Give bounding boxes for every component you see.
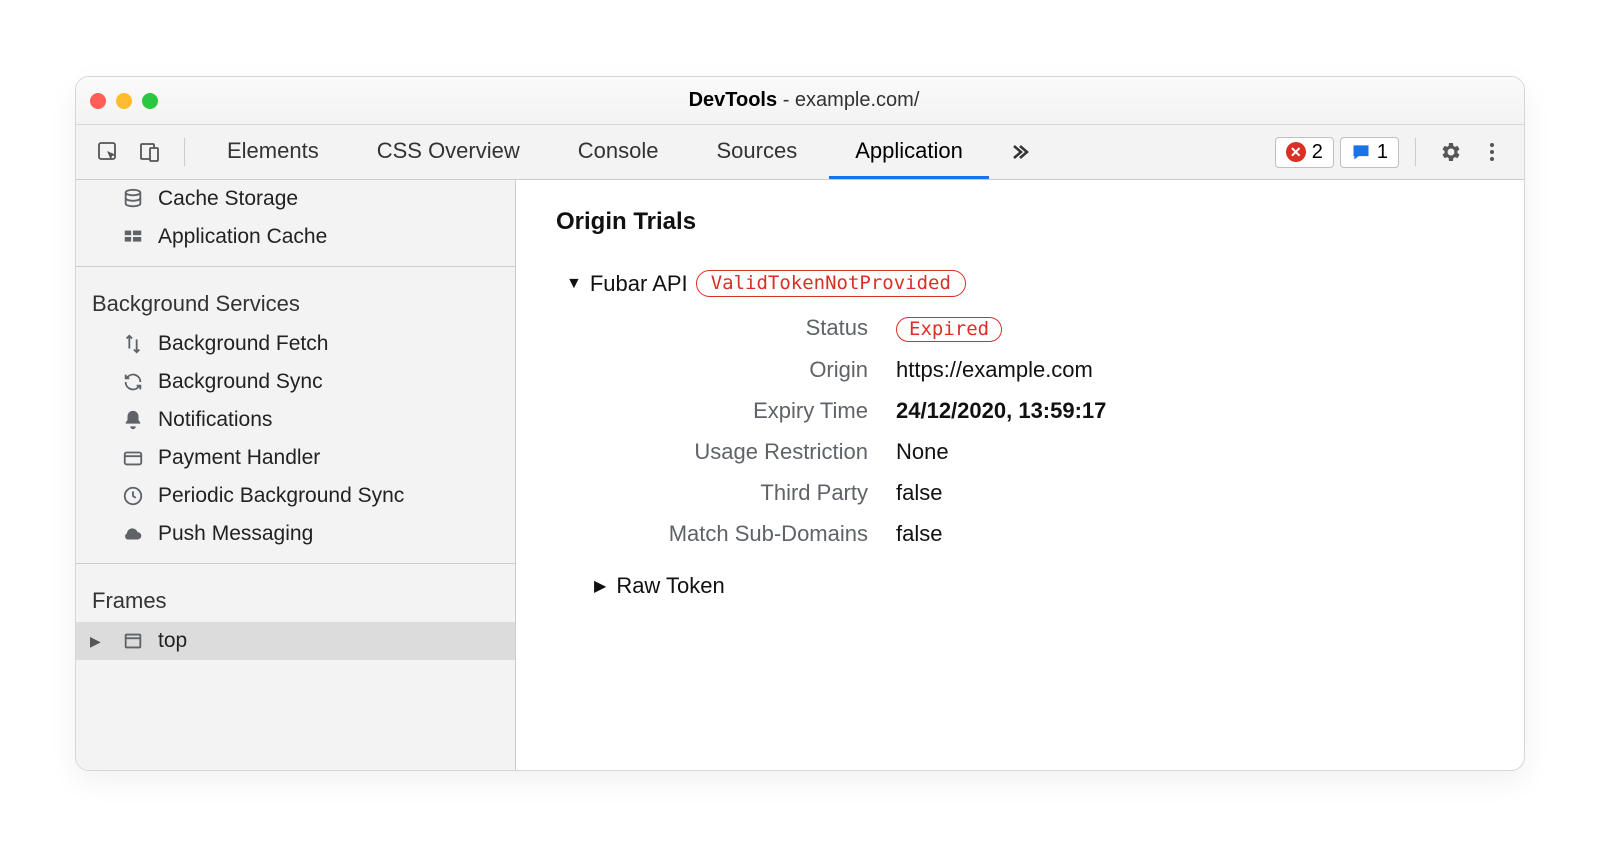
token-status-badge: ValidTokenNotProvided bbox=[696, 270, 966, 297]
frame-icon bbox=[120, 630, 146, 652]
inspect-element-icon[interactable] bbox=[90, 140, 126, 164]
devtools-toolbar: Elements CSS Overview Console Sources Ap… bbox=[76, 125, 1524, 180]
panel-tabs: Elements CSS Overview Console Sources Ap… bbox=[201, 125, 989, 179]
tab-application[interactable]: Application bbox=[829, 125, 989, 179]
errors-count: 2 bbox=[1312, 141, 1323, 164]
origin-trials-panel: Origin Trials ▼ Fubar API ValidTokenNotP… bbox=[516, 180, 1524, 770]
device-toggle-icon[interactable] bbox=[132, 140, 168, 164]
toolbar-separator-2 bbox=[1415, 138, 1416, 166]
sidebar-item-cache-storage[interactable]: Cache Storage bbox=[76, 180, 515, 218]
sidebar-header-background-services: Background Services bbox=[76, 277, 515, 325]
origin-value: https://example.com bbox=[896, 357, 1484, 383]
close-window-button[interactable] bbox=[90, 93, 106, 109]
sync-icon bbox=[120, 371, 146, 393]
third-party-value: false bbox=[896, 480, 1484, 506]
traffic-lights bbox=[90, 93, 158, 109]
cloud-icon bbox=[120, 523, 146, 545]
sidebar-item-label: Application Cache bbox=[158, 225, 327, 249]
toolbar-separator bbox=[184, 138, 185, 166]
usage-restriction-value: None bbox=[896, 439, 1484, 465]
sidebar-item-label: top bbox=[158, 629, 187, 653]
sidebar-header-frames: Frames bbox=[76, 574, 515, 622]
raw-token-row[interactable]: ▶ Raw Token bbox=[594, 573, 1484, 599]
panel-title: Origin Trials bbox=[556, 208, 1484, 236]
clock-icon bbox=[120, 485, 146, 507]
sidebar-item-payment-handler[interactable]: Payment Handler bbox=[76, 439, 515, 477]
error-icon: ✕ bbox=[1286, 142, 1306, 162]
tab-elements[interactable]: Elements bbox=[201, 125, 345, 179]
tab-css-overview[interactable]: CSS Overview bbox=[351, 125, 546, 179]
application-sidebar: Cache Storage Application Cache Backgrou… bbox=[76, 180, 516, 770]
messages-badge[interactable]: 1 bbox=[1340, 137, 1399, 168]
devtools-window: DevTools - example.com/ Elements CSS Ove… bbox=[75, 76, 1525, 771]
trial-header-row[interactable]: ▼ Fubar API ValidTokenNotProvided bbox=[556, 264, 1484, 315]
sidebar-item-background-sync[interactable]: Background Sync bbox=[76, 363, 515, 401]
database-icon bbox=[120, 188, 146, 210]
expiry-label: Expiry Time bbox=[586, 398, 896, 424]
sidebar-item-application-cache[interactable]: Application Cache bbox=[76, 218, 515, 256]
sidebar-separator bbox=[76, 266, 515, 267]
bell-icon bbox=[120, 409, 146, 431]
raw-token-label: Raw Token bbox=[616, 573, 724, 599]
message-icon bbox=[1351, 142, 1371, 162]
origin-label: Origin bbox=[586, 357, 896, 383]
credit-card-icon bbox=[120, 447, 146, 469]
more-tabs-button[interactable] bbox=[995, 140, 1043, 164]
sidebar-separator-2 bbox=[76, 563, 515, 564]
tab-console[interactable]: Console bbox=[552, 125, 685, 179]
sidebar-item-label: Background Fetch bbox=[158, 332, 328, 356]
window-title-app: DevTools bbox=[689, 89, 778, 111]
window-title: DevTools - example.com/ bbox=[168, 89, 1440, 112]
messages-count: 1 bbox=[1377, 141, 1388, 164]
minimize-window-button[interactable] bbox=[116, 93, 132, 109]
titlebar: DevTools - example.com/ bbox=[76, 77, 1524, 125]
trial-details-table: Status Expired Origin https://example.co… bbox=[586, 315, 1484, 547]
trial-name: Fubar API bbox=[590, 271, 688, 297]
settings-icon[interactable] bbox=[1432, 140, 1468, 164]
errors-badge[interactable]: ✕ 2 bbox=[1275, 137, 1334, 168]
tab-sources[interactable]: Sources bbox=[690, 125, 823, 179]
sidebar-item-label: Push Messaging bbox=[158, 522, 313, 546]
sidebar-item-label: Notifications bbox=[158, 408, 272, 432]
expand-triangle-icon[interactable]: ▶ bbox=[90, 633, 104, 650]
kebab-menu-icon[interactable] bbox=[1474, 140, 1510, 164]
sidebar-item-notifications[interactable]: Notifications bbox=[76, 401, 515, 439]
maximize-window-button[interactable] bbox=[142, 93, 158, 109]
sidebar-item-label: Periodic Background Sync bbox=[158, 484, 404, 508]
sidebar-item-push-messaging[interactable]: Push Messaging bbox=[76, 515, 515, 553]
disclosure-triangle-icon[interactable]: ▼ bbox=[566, 275, 582, 293]
grid-icon bbox=[120, 226, 146, 248]
disclosure-triangle-icon[interactable]: ▶ bbox=[594, 576, 606, 596]
sidebar-item-label: Background Sync bbox=[158, 370, 323, 394]
sidebar-item-label: Payment Handler bbox=[158, 446, 320, 470]
panel-body: Cache Storage Application Cache Backgrou… bbox=[76, 180, 1524, 770]
third-party-label: Third Party bbox=[586, 480, 896, 506]
sidebar-item-periodic-background-sync[interactable]: Periodic Background Sync bbox=[76, 477, 515, 515]
updown-arrows-icon bbox=[120, 333, 146, 355]
match-subdomains-value: false bbox=[896, 521, 1484, 547]
sidebar-item-label: Cache Storage bbox=[158, 187, 298, 211]
window-title-page: example.com/ bbox=[795, 89, 920, 111]
expiry-value: 24/12/2020, 13:59:17 bbox=[896, 398, 1484, 424]
sidebar-item-frame-top[interactable]: ▶ top bbox=[76, 622, 515, 660]
sidebar-item-background-fetch[interactable]: Background Fetch bbox=[76, 325, 515, 363]
status-label: Status bbox=[586, 315, 896, 342]
match-subdomains-label: Match Sub-Domains bbox=[586, 521, 896, 547]
usage-restriction-label: Usage Restriction bbox=[586, 439, 896, 465]
status-badge: Expired bbox=[896, 317, 1002, 342]
